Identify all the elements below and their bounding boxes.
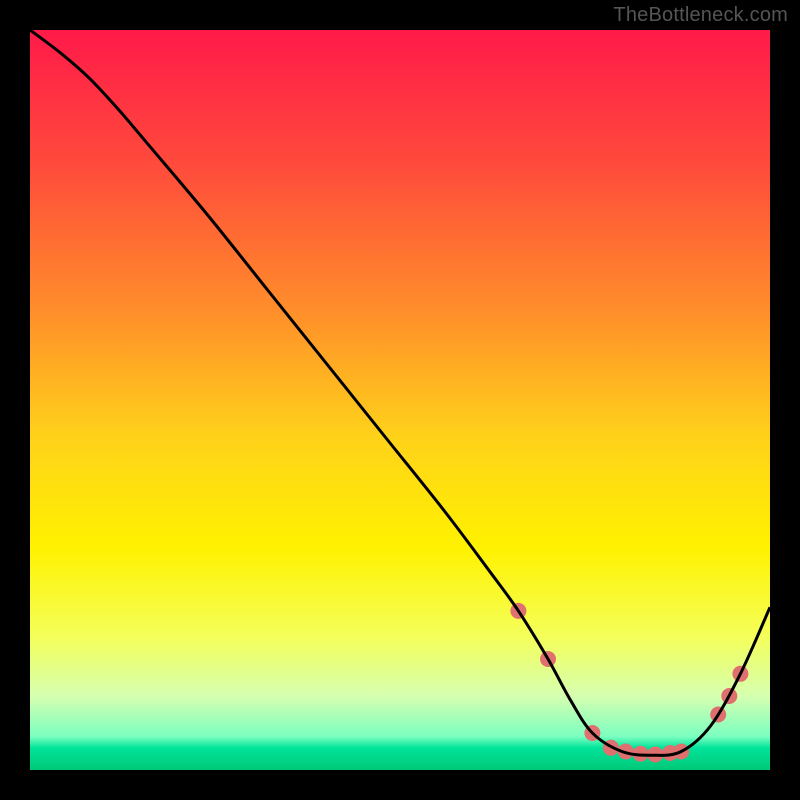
chart-stage: TheBottleneck.com [0,0,800,800]
watermark-text: TheBottleneck.com [613,4,788,27]
gradient-background [30,30,770,770]
plot-area [30,30,770,770]
chart-svg [30,30,770,770]
